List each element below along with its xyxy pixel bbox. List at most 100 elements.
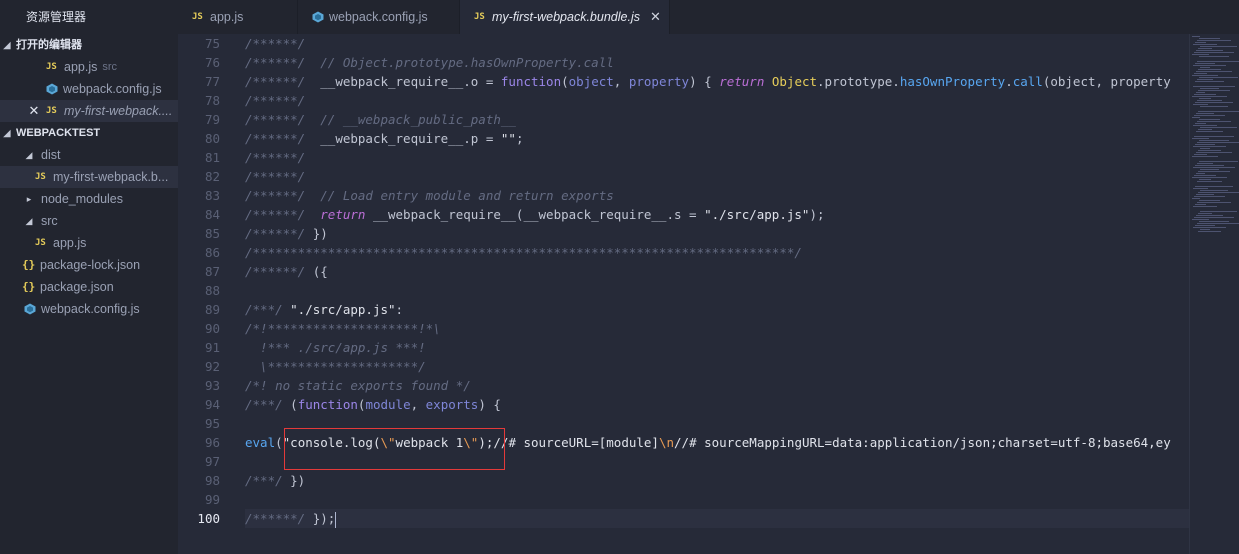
project-section[interactable]: ◢ WEBPACKTEST [0, 122, 178, 144]
minimap-line [1200, 229, 1210, 230]
code-line[interactable]: 93 /*! no static exports found */ [178, 376, 1189, 395]
json-file-icon: {} [22, 280, 36, 293]
code-line[interactable]: 80 /******/ __webpack_require__.p = ""; [178, 129, 1189, 148]
line-code: /******/ // Object.prototype.hasOwnPrope… [245, 53, 1189, 72]
code-line[interactable]: 78 /******/ [178, 91, 1189, 110]
code-editor[interactable]: 75 /******/ 76 /******/ // Object.prototype… [178, 34, 1189, 554]
expanded-triangle-icon: ◢ [3, 128, 11, 138]
code-line[interactable]: 91 !*** ./src/app.js ***! [178, 338, 1189, 357]
code-token: ( [561, 74, 569, 89]
minimap-line [1194, 73, 1207, 74]
line-code: /******/ return __webpack_require__(__we… [245, 205, 1189, 224]
minimap-line [1200, 46, 1237, 47]
code-line[interactable]: 90 /*!********************!*\ [178, 319, 1189, 338]
js-file-icon: JS [35, 172, 46, 182]
minimap-line [1195, 144, 1215, 145]
minimap-line [1199, 140, 1229, 141]
code-line[interactable]: 84 /******/ return __webpack_require__(__… [178, 205, 1189, 224]
code-token: /******/ [245, 131, 321, 146]
tree-file-bundle[interactable]: JS my-first-webpack.b... [0, 166, 178, 188]
minimap-line [1199, 98, 1211, 99]
tab-app-js[interactable]: JS app.js [178, 0, 298, 34]
minimap-line [1193, 146, 1226, 147]
minimap-line [1196, 131, 1223, 132]
minimap-line [1195, 204, 1206, 205]
code-line[interactable]: 85 /******/ }) [178, 224, 1189, 243]
tree-folder-dist[interactable]: ◢ dist [0, 144, 178, 166]
line-code: /******/ // Load entry module and return… [245, 186, 1189, 205]
code-line[interactable]: 77 /******/ __webpack_require__.o = funct… [178, 72, 1189, 91]
code-token: /***/ [245, 397, 291, 412]
tab-webpack-config[interactable]: webpack.config.js [298, 0, 460, 34]
line-number: 77 [204, 74, 220, 89]
tab-bundle-js[interactable]: JS my-first-webpack.bundle.js ✕ [460, 0, 670, 34]
minimap-line [1199, 119, 1220, 120]
webpack-cube-icon [46, 83, 58, 95]
open-editors-section[interactable]: ◢ 打开的编辑器 [0, 34, 178, 56]
code-line[interactable]: 100 /******/ }); [178, 509, 1189, 528]
line-number: 98 [204, 473, 220, 488]
open-editor-webpack-config[interactable]: webpack.config.js [0, 78, 178, 100]
code-line[interactable]: 96 eval("console.log(\"webpack 1\");//# s… [178, 433, 1189, 452]
tree-file-webpack-config[interactable]: webpack.config.js [0, 298, 178, 320]
code-line[interactable]: 82 /******/ [178, 167, 1189, 186]
code-token: /******/ // Load entry module and return… [245, 188, 614, 203]
code-line[interactable]: 94/***/ (function(module, exports) { [178, 395, 1189, 414]
code-line[interactable]: 99 [178, 490, 1189, 509]
code-token: /***/ [245, 473, 291, 488]
minimap[interactable] [1189, 34, 1239, 554]
line-number: 95 [204, 416, 220, 431]
tree-label: webpack.config.js [41, 302, 140, 316]
code-line[interactable]: 79 /******/ // __webpack_public_path__ [178, 110, 1189, 129]
code-line[interactable]: 83 /******/ // Load entry module and retu… [178, 186, 1189, 205]
minimap-line [1192, 138, 1209, 139]
line-code: /******/ ({ [245, 262, 1189, 281]
code-line[interactable]: 89 /***/ "./src/app.js": [178, 300, 1189, 319]
minimap-line [1192, 219, 1209, 220]
minimap-line [1197, 79, 1213, 80]
open-editor-bundle[interactable]: ✕ JS my-first-webpack.... [0, 100, 178, 122]
code-line[interactable]: 86 /*************************************… [178, 243, 1189, 262]
expanded-triangle-icon: ◢ [3, 40, 11, 50]
minimap-line [1194, 196, 1225, 197]
code-line[interactable]: 95 [178, 414, 1189, 433]
code-line[interactable]: 88 [178, 281, 1189, 300]
minimap-line [1192, 36, 1200, 37]
code-line[interactable]: 87 /******/ ({ [178, 262, 1189, 281]
close-tab-icon[interactable]: ✕ [650, 0, 661, 34]
code-token: webpack 1 [395, 435, 464, 450]
minimap-line [1198, 192, 1239, 193]
code-line[interactable]: 76 /******/ // Object.prototype.hasOwnPro… [178, 53, 1189, 72]
open-editor-app-js[interactable]: JS app.js src [0, 56, 178, 78]
code-token: ( [290, 397, 298, 412]
code-line[interactable]: 97 [178, 452, 1189, 471]
minimap-line [1199, 38, 1220, 39]
code-line[interactable]: 92 \********************/ [178, 357, 1189, 376]
code-line[interactable]: 98 /***/ }) [178, 471, 1189, 490]
open-editor-label: my-first-webpack.... [64, 104, 173, 118]
code-line[interactable]: 81 /******/ [178, 148, 1189, 167]
line-number: 94 [204, 397, 220, 412]
tree-file-package-lock[interactable]: {} package-lock.json [0, 254, 178, 276]
minimap-line [1199, 77, 1238, 78]
minimap-line [1198, 48, 1212, 49]
minimap-line [1198, 150, 1221, 151]
minimap-line [1197, 163, 1213, 164]
line-code: !*** ./src/app.js ***! [245, 338, 1189, 357]
line-code: /******/ }) [245, 224, 1189, 243]
minimap-line [1195, 165, 1224, 166]
minimap-line [1193, 86, 1235, 87]
tree-file-package-json[interactable]: {} package.json [0, 276, 178, 298]
close-editor-icon[interactable]: ✕ [26, 100, 42, 122]
code-line[interactable]: 75 /******/ [178, 34, 1189, 53]
minimap-line [1198, 171, 1230, 172]
tree-file-app-js[interactable]: JS app.js [0, 232, 178, 254]
tree-folder-node-modules[interactable]: ▸ node_modules [0, 188, 178, 210]
code-token: "console.log( [282, 435, 381, 450]
code-token: /******/ [245, 264, 313, 279]
json-file-icon: {} [22, 258, 36, 271]
tree-folder-src[interactable]: ◢ src [0, 210, 178, 232]
